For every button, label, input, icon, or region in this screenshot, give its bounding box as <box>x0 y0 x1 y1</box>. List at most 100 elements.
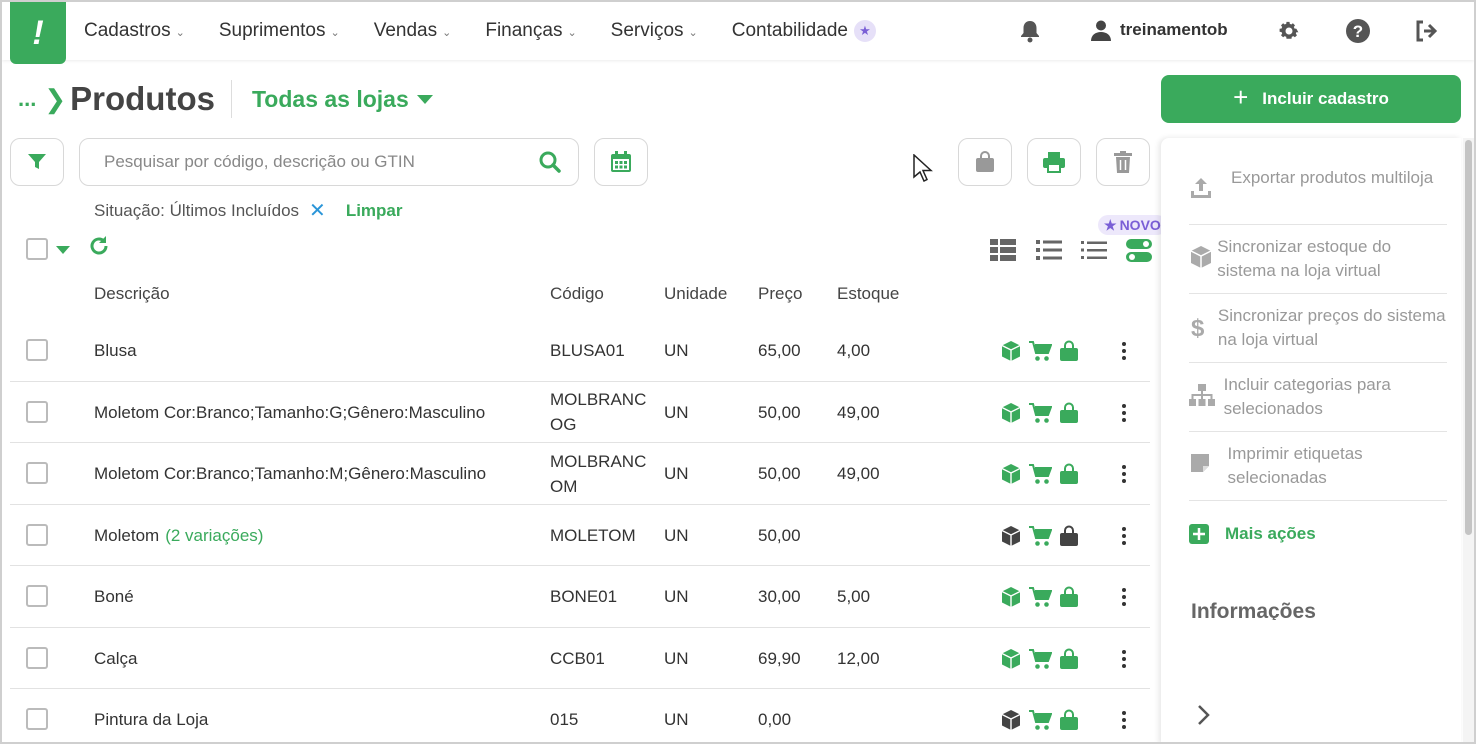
menu-cadastros[interactable]: Cadastros ⌄ <box>84 20 185 42</box>
table-row[interactable]: Moletom Cor:Branco;Tamanho:G;Gênero:Masc… <box>10 381 1150 443</box>
table-row[interactable]: Moletom Cor:Branco;Tamanho:M;Gênero:Masc… <box>10 443 1150 505</box>
stock-cell: 49,00 <box>837 443 880 504</box>
box-icon[interactable] <box>1000 648 1022 675</box>
app-logo[interactable]: ! <box>10 2 66 64</box>
description-cell[interactable]: Moletom Cor:Branco;Tamanho:G;Gênero:Masc… <box>94 382 485 443</box>
box-icon[interactable] <box>1000 340 1022 367</box>
row-checkbox[interactable] <box>26 585 48 607</box>
more-options-icon[interactable] <box>1116 525 1132 547</box>
description-cell[interactable]: Moletom (2 variações) <box>94 505 263 566</box>
delete-button[interactable] <box>1096 138 1150 186</box>
description-cell[interactable]: Boné <box>94 566 134 627</box>
shopping-bag-icon[interactable] <box>1058 586 1080 613</box>
menu-vendas[interactable]: Vendas ⌄ <box>374 20 452 42</box>
filter-button[interactable] <box>10 138 64 186</box>
box-icon[interactable] <box>1000 586 1022 613</box>
description-cell[interactable]: Calça <box>94 628 137 689</box>
column-header-stock[interactable]: Estoque <box>837 284 899 304</box>
sync-prices-action[interactable]: $ Sincronizar preços do sistema na loja … <box>1189 304 1447 363</box>
menu-contabilidade[interactable]: Contabilidade ★ <box>732 20 876 42</box>
bell-icon[interactable] <box>1017 18 1043 44</box>
row-checkbox[interactable] <box>26 400 48 423</box>
list-view-icon[interactable] <box>1036 238 1062 267</box>
store-select[interactable]: Todas as lojas <box>252 86 433 113</box>
cart-icon[interactable] <box>1028 340 1053 367</box>
logout-icon[interactable] <box>1414 18 1440 44</box>
description-cell[interactable]: Blusa <box>94 320 137 381</box>
scrollbar-thumb[interactable] <box>1465 140 1472 535</box>
variations-link[interactable]: (2 variações) <box>165 523 263 548</box>
shopping-bag-icon[interactable] <box>1058 525 1080 552</box>
shopping-bag-icon[interactable] <box>1058 340 1080 367</box>
chevron-right-icon[interactable] <box>1197 704 1211 731</box>
more-options-icon[interactable] <box>1116 340 1132 362</box>
more-options-icon[interactable] <box>1116 648 1132 670</box>
print-labels-action[interactable]: Imprimir etiquetas selecionadas <box>1189 442 1447 501</box>
search-icon[interactable] <box>538 150 562 179</box>
column-header-unit[interactable]: Unidade <box>664 284 727 304</box>
column-header-code[interactable]: Código <box>550 284 604 304</box>
cart-icon[interactable] <box>1028 525 1053 552</box>
more-options-icon[interactable] <box>1116 402 1132 424</box>
row-checkbox[interactable] <box>26 708 48 730</box>
cart-icon[interactable] <box>1028 586 1053 613</box>
row-checkbox[interactable] <box>26 462 48 484</box>
compact-list-view-icon[interactable] <box>1081 238 1107 267</box>
gear-icon[interactable] <box>1276 18 1302 44</box>
date-filter-button[interactable] <box>594 138 648 186</box>
toggle-view-icon[interactable] <box>1126 238 1152 269</box>
add-record-button[interactable]: + Incluir cadastro <box>1161 75 1461 123</box>
shopping-bag-icon[interactable] <box>1058 648 1080 675</box>
store-bag-button[interactable] <box>958 138 1012 186</box>
box-icon[interactable] <box>1000 525 1022 552</box>
row-checkbox[interactable] <box>26 339 48 361</box>
cart-icon[interactable] <box>1028 709 1053 736</box>
cart-icon[interactable] <box>1028 402 1053 429</box>
cart-icon[interactable] <box>1028 463 1053 490</box>
shopping-bag-icon[interactable] <box>1058 709 1080 736</box>
search-input[interactable] <box>80 139 520 185</box>
grid-view-icon[interactable] <box>990 238 1016 267</box>
more-actions-button[interactable]: Mais ações <box>1189 524 1316 544</box>
sync-stock-action[interactable]: Sincronizar estoque do sistema na loja v… <box>1189 235 1447 294</box>
close-icon[interactable]: ✕ <box>309 198 326 223</box>
shopping-bag-icon[interactable] <box>1058 402 1080 429</box>
breadcrumb-back[interactable]: ... <box>18 86 36 112</box>
box-icon[interactable] <box>1000 709 1022 736</box>
caret-down-icon[interactable] <box>56 246 70 254</box>
more-options-icon[interactable] <box>1116 586 1132 608</box>
table-row[interactable]: Calça CCB01 UN 69,90 12,00 <box>10 627 1150 689</box>
cart-icon[interactable] <box>1028 648 1053 675</box>
refresh-icon[interactable] <box>88 235 110 262</box>
user-menu[interactable]: treinamentob <box>1090 19 1228 41</box>
table-row[interactable]: Pintura da Loja 015 UN 0,00 <box>10 689 1150 744</box>
menu-financas[interactable]: Finanças ⌄ <box>485 20 576 42</box>
row-checkbox[interactable] <box>26 646 48 669</box>
export-multistore-action[interactable]: Exportar produtos multiloja <box>1189 166 1447 225</box>
description-cell[interactable]: Moletom Cor:Branco;Tamanho:M;Gênero:Masc… <box>94 443 486 504</box>
column-header-description[interactable]: Descrição <box>94 284 170 304</box>
table-row[interactable]: Moletom (2 variações) MOLETOM UN 50,00 <box>10 504 1150 566</box>
print-button[interactable] <box>1027 138 1081 186</box>
label-icon <box>1189 442 1228 481</box>
row-checkbox[interactable] <box>26 523 48 546</box>
description-cell[interactable]: Pintura da Loja <box>94 689 208 744</box>
add-categories-action[interactable]: Incluir categorias para selecionados <box>1189 373 1447 432</box>
table-row[interactable]: Blusa BLUSA01 UN 65,00 4,00 <box>10 320 1150 382</box>
column-header-price[interactable]: Preço <box>758 284 802 304</box>
box-icon[interactable] <box>1000 463 1022 490</box>
product-price: 65,00 <box>758 341 801 360</box>
box-icon[interactable] <box>1000 402 1022 429</box>
clear-filters-link[interactable]: Limpar <box>346 201 403 221</box>
more-options-icon[interactable] <box>1116 463 1132 485</box>
menu-suprimentos[interactable]: Suprimentos ⌄ <box>219 20 340 42</box>
shopping-bag-icon[interactable] <box>1058 463 1080 490</box>
menu-servicos[interactable]: Serviços ⌄ <box>611 20 698 42</box>
table-header: Descrição Código Unidade Preço Estoque <box>10 276 1150 312</box>
select-all-checkbox[interactable] <box>26 238 48 260</box>
more-options-icon[interactable] <box>1116 709 1132 731</box>
side-panel-scrollbar[interactable] <box>1463 138 1474 744</box>
help-icon[interactable]: ? <box>1345 18 1371 44</box>
action-label: Incluir categorias para selecionados <box>1223 375 1391 418</box>
table-row[interactable]: Boné BONE01 UN 30,00 5,00 <box>10 566 1150 628</box>
